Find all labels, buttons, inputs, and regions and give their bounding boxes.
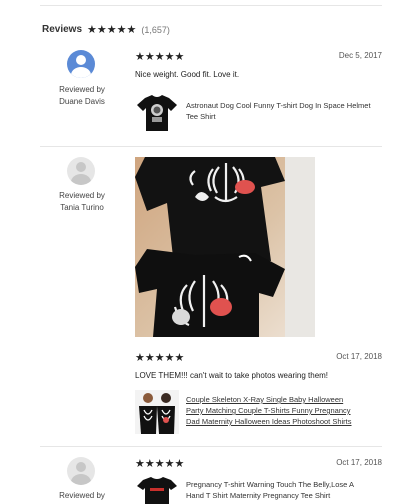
review-text: LOVE THEM!!! can't wait to take photos w…	[135, 371, 329, 380]
tshirt-image	[137, 95, 177, 131]
review-date: Oct 17, 2018	[336, 458, 382, 467]
reviewed-by-label: Reviewed by	[59, 491, 105, 500]
reviewed-by-label: Reviewed by	[59, 191, 105, 200]
reviewer-name[interactable]: Duane Davis	[42, 96, 122, 108]
product-title-line: Party Matching Couple T-Shirts Funny Pre…	[186, 406, 351, 415]
product-thumbnail[interactable]	[135, 390, 179, 434]
reviews-title: Reviews	[42, 24, 83, 35]
avatar-body-shape	[71, 474, 91, 485]
reviewer-name[interactable]: Tania Turino	[42, 202, 122, 214]
product-title-line: Pregnancy T-shirt Warning Touch The Bell…	[186, 480, 355, 489]
review-count: (1,657)	[141, 24, 170, 35]
product-thumbnail[interactable]	[135, 476, 179, 504]
product-title-line: Couple Skeleton X-Ray Single Baby Hallow…	[186, 395, 344, 404]
pregnancy-tshirt-image	[135, 476, 179, 504]
review-text: Nice weight. Good fit. Love it.	[135, 70, 240, 79]
reviewed-by: Reviewed by	[42, 490, 122, 502]
product-title[interactable]: Couple Skeleton X-Ray Single Baby Hallow…	[186, 394, 382, 427]
product-title-line: Dad Maternity Halloween Ideas Photoshoot…	[186, 417, 352, 426]
product-title-line: Hand T Shirt Maternity Pregnancy Tee Shi…	[186, 491, 331, 500]
review-date: Oct 17, 2018	[336, 352, 382, 361]
review-photo[interactable]	[135, 157, 315, 337]
avatar[interactable]	[67, 157, 95, 185]
couple-photo-image	[135, 390, 179, 434]
avatar-head-shape	[76, 162, 86, 172]
review-stars: ★★★★★	[135, 352, 185, 364]
product-title[interactable]: Pregnancy T-shirt Warning Touch The Bell…	[186, 479, 382, 501]
review-stars: ★★★★★	[135, 51, 185, 63]
review-date: Dec 5, 2017	[338, 51, 382, 60]
product-thumbnail[interactable]	[135, 92, 179, 134]
avatar-head-shape	[76, 462, 86, 472]
review-stars: ★★★★★	[135, 458, 185, 470]
avatar[interactable]	[67, 50, 95, 78]
reviewed-by: Reviewed by Tania Turino	[42, 190, 122, 214]
review-divider	[40, 446, 382, 447]
reviewed-by: Reviewed by Duane Davis	[42, 84, 122, 108]
review-divider	[40, 146, 382, 147]
skeleton-shirts-photo	[135, 157, 315, 337]
avatar-head-shape	[76, 55, 86, 65]
product-title[interactable]: Astronaut Dog Cool Funny T-shirt Dog In …	[186, 100, 376, 122]
reviewed-by-label: Reviewed by	[59, 85, 105, 94]
top-divider	[40, 5, 382, 6]
avatar-body-shape	[71, 174, 91, 185]
avatar-body-shape	[71, 67, 91, 78]
avatar[interactable]	[67, 457, 95, 485]
rating-stars: ★★★★★	[87, 24, 137, 36]
reviews-header: Reviews ★★★★★ (1,657)	[42, 23, 170, 36]
